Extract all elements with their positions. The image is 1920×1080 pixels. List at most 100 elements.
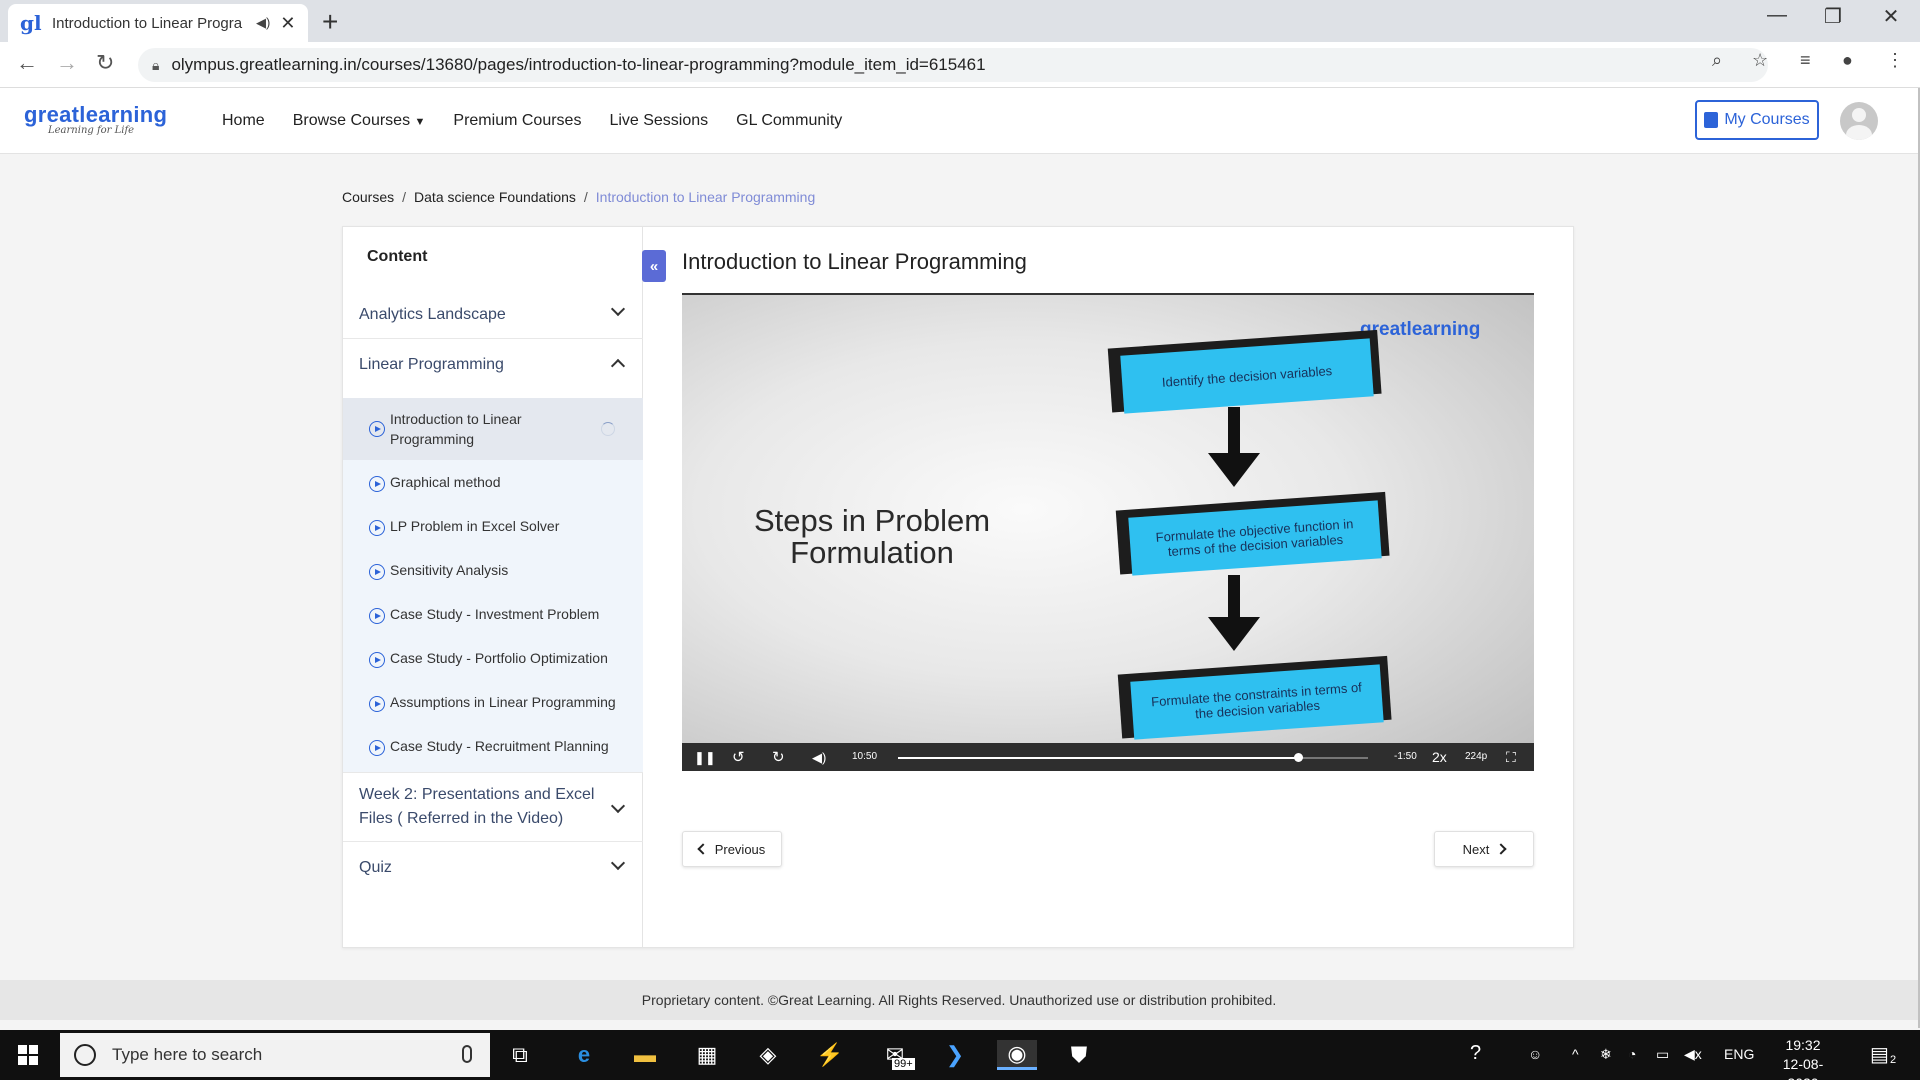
taskbar-search-box[interactable]: Type here to search <box>60 1033 490 1077</box>
loading-spinner-icon <box>601 422 615 436</box>
fast-forward-icon[interactable]: ↻ <box>772 748 785 766</box>
lesson-item-sensitivity-analysis[interactable]: Sensitivity Analysis <box>343 548 643 592</box>
forward-icon[interactable]: → <box>56 50 78 76</box>
play-circle-icon <box>369 520 385 536</box>
back-icon[interactable]: ← <box>16 50 38 76</box>
play-circle-icon <box>369 652 385 668</box>
zoom-icon[interactable]: ⌕ <box>1712 50 1722 71</box>
lesson-item-portfolio-optimization[interactable]: Case Study - Portfolio Optimization <box>343 636 643 680</box>
nav-live-sessions[interactable]: Live Sessions <box>609 112 708 130</box>
close-tab-icon[interactable]: ✕ <box>280 13 295 34</box>
task-view-icon[interactable]: ⧉ <box>505 1040 535 1070</box>
wifi-icon[interactable]: ◔ <box>1628 1046 1636 1062</box>
menu-icon[interactable]: ⋮ <box>1886 50 1904 71</box>
next-label: Next <box>1462 841 1490 857</box>
lesson-label: LP Problem in Excel Solver <box>390 518 560 534</box>
url-text[interactable]: olympus.greatlearning.in/courses/13680/p… <box>171 55 985 75</box>
pause-icon[interactable]: ❚❚ <box>694 750 716 766</box>
lesson-item-assumptions[interactable]: Assumptions in Linear Programming <box>343 680 643 724</box>
chevron-down-icon[interactable] <box>610 855 626 871</box>
media-control-icon[interactable]: ≡ <box>1800 50 1811 71</box>
module-analytics-landscape[interactable]: Analytics Landscape <box>343 287 643 339</box>
video-brand-watermark: greatlearning <box>1360 319 1481 340</box>
mail-icon[interactable]: ✉ 99+ <box>880 1040 915 1070</box>
video-controls: ❚❚ ↺ ↻ ◀) 10:50 -1:50 2x 224p ⛶ <box>682 743 1534 771</box>
module-linear-programming[interactable]: Linear Programming <box>343 339 643 398</box>
breadcrumb-course[interactable]: Data science Foundations <box>414 189 576 205</box>
arrow-shaft <box>1228 407 1240 457</box>
help-icon[interactable]: ? <box>1470 1042 1481 1065</box>
breadcrumb-separator: / <box>402 189 407 205</box>
my-courses-button[interactable]: My Courses <box>1695 100 1819 140</box>
lesson-item-graphical-method[interactable]: Graphical method <box>343 460 643 504</box>
nav-gl-community[interactable]: GL Community <box>736 112 842 130</box>
battery-icon[interactable]: ▭ <box>1656 1046 1669 1063</box>
visual-studio-icon[interactable]: ⚡ <box>815 1040 845 1070</box>
content-sidebar: Content Analytics Landscape Linear Progr… <box>343 227 643 947</box>
video-progress-bar[interactable] <box>898 753 1368 762</box>
breadcrumb-separator: / <box>583 189 588 205</box>
module-week2-presentations[interactable]: Week 2: Presentations and Excel Files ( … <box>343 772 643 842</box>
microsoft-store-icon[interactable]: ▦ <box>692 1040 722 1070</box>
chevron-down-icon[interactable] <box>610 301 626 317</box>
video-player[interactable]: Steps in Problem Formulation greatlearni… <box>682 293 1534 771</box>
module-label: Linear Programming <box>359 356 504 373</box>
greatlearning-logo[interactable]: greatlearning Learning for Life <box>24 102 167 136</box>
address-bar[interactable]: 🔒︎ olympus.greatlearning.in/courses/1368… <box>138 48 1768 82</box>
dropbox-icon[interactable]: ◈ <box>753 1040 783 1070</box>
chevron-down-icon[interactable] <box>610 798 626 814</box>
fullscreen-icon[interactable]: ⛶ <box>1506 749 1516 766</box>
lesson-item-recruitment-planning[interactable]: Case Study - Recruitment Planning <box>343 724 643 768</box>
people-icon[interactable]: ☺ <box>1528 1046 1542 1062</box>
audio-playing-icon[interactable]: ◀) <box>256 15 270 31</box>
microphone-icon[interactable] <box>462 1045 472 1063</box>
windows-start-icon[interactable] <box>18 1045 38 1065</box>
minimize-icon[interactable]: — <box>1752 4 1802 27</box>
lesson-item-investment-problem[interactable]: Case Study - Investment Problem <box>343 592 643 636</box>
chevron-up-icon[interactable] <box>610 358 626 374</box>
video-step-box: Formulate the constraints in terms of th… <box>1117 655 1392 740</box>
playback-speed-button[interactable]: 2x <box>1432 749 1447 765</box>
maximize-icon[interactable]: ❐ <box>1808 4 1858 29</box>
play-circle-icon <box>369 476 385 492</box>
snowflake-icon[interactable]: ❄ <box>1600 1046 1612 1063</box>
next-button[interactable]: Next <box>1434 831 1534 867</box>
nav-browse-courses[interactable]: Browse Courses ▼ <box>293 112 426 130</box>
nav-home[interactable]: Home <box>222 112 265 130</box>
rewind-icon[interactable]: ↺ <box>732 748 745 766</box>
volume-muted-icon[interactable]: ◀x <box>1684 1046 1702 1063</box>
taskbar-clock[interactable]: 19:32 12-08-2020 <box>1768 1036 1838 1080</box>
site-favicon-icon: gl <box>20 11 42 35</box>
breadcrumb-current: Introduction to Linear Programming <box>595 189 816 205</box>
video-progress-knob[interactable] <box>1293 753 1303 762</box>
previous-button[interactable]: Previous <box>682 831 782 867</box>
nav-premium-courses[interactable]: Premium Courses <box>453 112 581 130</box>
play-circle-icon <box>369 696 385 712</box>
browser-tab[interactable]: gl Introduction to Linear Progra ◀) ✕ <box>8 4 308 42</box>
notification-count: 2 <box>1890 1054 1897 1066</box>
chrome-icon[interactable]: ◉ <box>997 1040 1037 1070</box>
language-indicator[interactable]: ENG <box>1724 1046 1754 1062</box>
lesson-item-introduction[interactable]: Introduction to Linear Programming <box>343 398 643 460</box>
lock-icon[interactable]: 🔒︎ <box>152 57 159 74</box>
browser-toolbar: ← → ↻ 🔒︎ olympus.greatlearning.in/course… <box>0 42 1920 88</box>
security-shield-icon[interactable]: ⛊ <box>1064 1040 1094 1070</box>
show-hidden-icons-icon[interactable]: ^ <box>1572 1046 1579 1062</box>
arrow-shaft <box>1228 575 1240 623</box>
breadcrumb-courses[interactable]: Courses <box>342 189 394 205</box>
lesson-item-excel-solver[interactable]: LP Problem in Excel Solver <box>343 504 643 548</box>
avatar[interactable] <box>1840 102 1878 140</box>
volume-icon[interactable]: ◀) <box>812 750 826 766</box>
collapse-sidebar-button[interactable]: « <box>642 250 666 282</box>
bookmark-star-icon[interactable]: ☆ <box>1752 50 1768 71</box>
window-close-icon[interactable]: ✕ <box>1866 4 1916 29</box>
profile-icon[interactable]: ● <box>1842 50 1853 71</box>
notifications-icon[interactable]: ▤ <box>1870 1042 1889 1067</box>
new-tab-button[interactable]: + <box>322 6 338 38</box>
powershell-icon[interactable]: ❯ <box>940 1040 970 1070</box>
edge-browser-icon[interactable]: e <box>569 1040 599 1070</box>
module-quiz[interactable]: Quiz <box>343 842 643 892</box>
reload-icon[interactable]: ↻ <box>96 50 114 76</box>
file-explorer-icon[interactable]: ▬ <box>630 1040 660 1070</box>
quality-button[interactable]: 224p <box>1465 751 1487 762</box>
